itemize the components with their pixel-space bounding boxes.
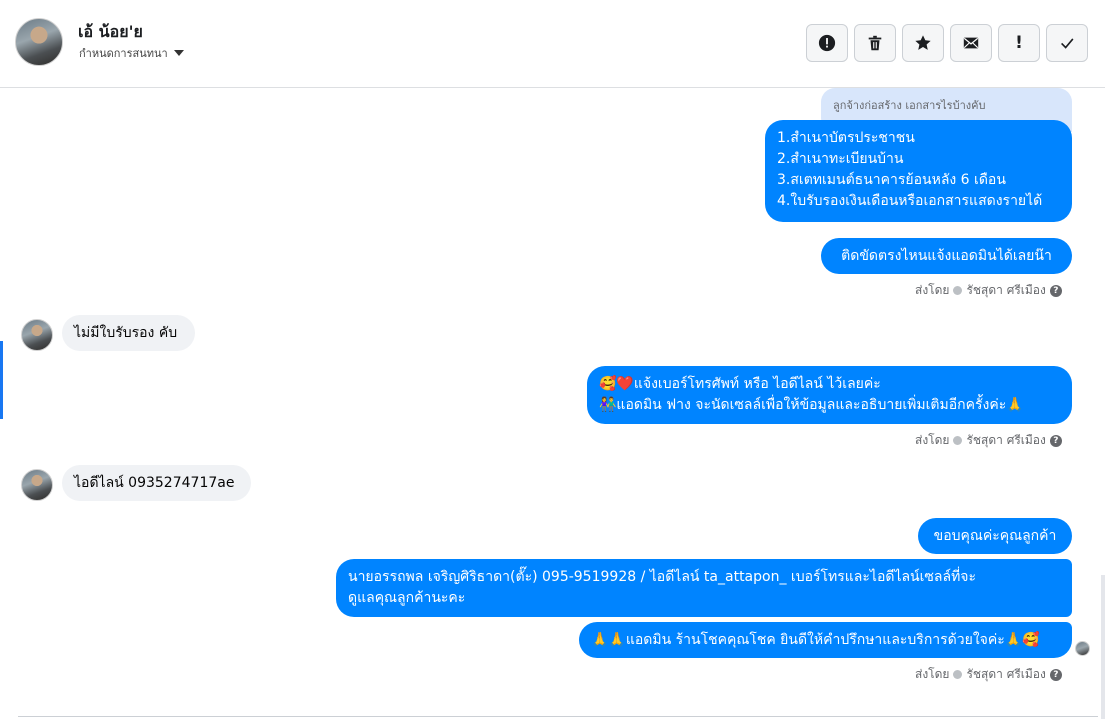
sent-by-prefix: ส่งโดย [915, 433, 950, 447]
conversation-label-text: กำหนดการสนทนา [79, 47, 168, 60]
message-text-line: นายอรรถพล เจริญศิริธาดา(ตั๊ะ) 095-951992… [348, 569, 977, 585]
incoming-message[interactable]: ไอดีไลน์ 0935274717ae [62, 465, 251, 501]
contact-avatar-small[interactable] [21, 319, 53, 351]
toolbar: ! [806, 24, 1088, 62]
message-text: ไม่มีใบรับรอง คับ [74, 325, 178, 341]
message-text: ขอบคุณค่ะคุณลูกค้า [933, 528, 1057, 544]
conversation-label-dropdown[interactable]: กำหนดการสนทนา [79, 44, 184, 62]
scrollbar[interactable] [1101, 575, 1105, 719]
help-icon[interactable]: ? [1049, 284, 1062, 297]
sent-by-agent: รัชสุดา ศรีเมือง [966, 283, 1046, 297]
sent-by-info: ส่งโดย รัชสุดา ศรีเมือง ? [915, 431, 1062, 450]
message-text-line: 🥰❤️แจ้งเบอร์โทรศัพท์ หรือ ไอดีไลน์ ไว้เล… [599, 376, 881, 392]
alert-circle-icon [818, 34, 836, 52]
sent-by-prefix: ส่งโดย [915, 667, 950, 681]
outgoing-message-ask-contact[interactable]: 🥰❤️แจ้งเบอร์โทรศัพท์ หรือ ไอดีไลน์ ไว้เล… [587, 366, 1072, 424]
sent-by-info: ส่งโดย รัชสุดา ศรีเมือง ? [915, 665, 1062, 684]
message-text: ไอดีไลน์ 0935274717ae [74, 475, 235, 491]
mark-done-button[interactable] [1046, 24, 1088, 62]
docs-item: 3.สเตทเมนต์ธนาคารย้อนหลัง 6 เดือน [777, 172, 1006, 188]
star-button[interactable] [902, 24, 944, 62]
incoming-message[interactable]: ไม่มีใบรับรอง คับ [62, 315, 195, 351]
sent-by-prefix: ส่งโดย [915, 283, 950, 297]
mark-unread-button[interactable] [950, 24, 992, 62]
help-icon[interactable]: ? [1049, 668, 1062, 681]
seen-avatar [1075, 641, 1090, 656]
contact-avatar[interactable] [15, 18, 63, 66]
message-text: ติดขัดตรงไหนแจ้งแอดมินได้เลยน๊า [841, 248, 1052, 264]
agent-status-icon [953, 436, 963, 445]
trash-icon [868, 35, 882, 51]
outgoing-message-notify[interactable]: ติดขัดตรงไหนแจ้งแอดมินได้เลยน๊า [821, 238, 1072, 274]
follow-up-button[interactable]: ! [998, 24, 1040, 62]
sent-by-agent: รัชสุดา ศรีเมือง [966, 667, 1046, 681]
outgoing-message-closing[interactable]: 🙏🙏แอดมิน ร้านโชคคุณโชค ยินดีให้คำปรึกษาแ… [579, 622, 1072, 658]
outgoing-message-thanks[interactable]: ขอบคุณค่ะคุณลูกค้า [918, 518, 1072, 554]
help-icon[interactable]: ? [1049, 434, 1062, 447]
sent-by-agent: รัชสุดา ศรีเมือง [966, 433, 1046, 447]
star-icon [915, 35, 931, 50]
agent-status-icon [953, 670, 963, 679]
contact-avatar-small[interactable] [21, 469, 53, 501]
docs-item: 2.สำเนาทะเบียนบ้าน [777, 151, 904, 167]
docs-item: 4.ใบรับรองเงินเดือนหรือเอกสารแสดงรายได้ [777, 193, 1043, 209]
active-thread-indicator [0, 341, 3, 419]
mark-spam-button[interactable] [806, 24, 848, 62]
sent-by-info: ส่งโดย รัชสุดา ศรีเมือง ? [915, 281, 1062, 300]
message-text-line: 👫แอดมิน ฟาง จะนัดเซลล์เพื่อให้ข้อมูลและอ… [599, 397, 1024, 413]
outgoing-message-seller-info[interactable]: นายอรรถพล เจริญศิริธาดา(ตั๊ะ) 095-951992… [336, 559, 1072, 617]
message-text-line: ดูแลคุณลูกค้านะคะ [348, 590, 466, 606]
agent-status-icon [953, 286, 963, 295]
exclamation-icon: ! [1015, 33, 1023, 53]
envelope-icon [963, 37, 979, 49]
caret-down-icon [173, 50, 184, 56]
checkmark-icon [1061, 38, 1074, 49]
conversation-header: เอ้ น้อย'ย กำหนดการสนทนา ! [0, 0, 1105, 88]
message-text: 🙏🙏แอดมิน ร้านโชคคุณโชค ยินดีให้คำปรึกษาแ… [591, 632, 1040, 648]
outgoing-message-docs[interactable]: 1.สำเนาบัตรประชาชน 2.สำเนาทะเบียนบ้าน 3.… [765, 120, 1072, 222]
docs-item: 1.สำเนาบัตรประชาชน [777, 130, 915, 146]
delete-button[interactable] [854, 24, 896, 62]
contact-name[interactable]: เอ้ น้อย'ย [78, 20, 143, 45]
quoted-message-text: ลูกจ้างก่อสร้าง เอกสารไรบ้างคับ [833, 99, 986, 112]
